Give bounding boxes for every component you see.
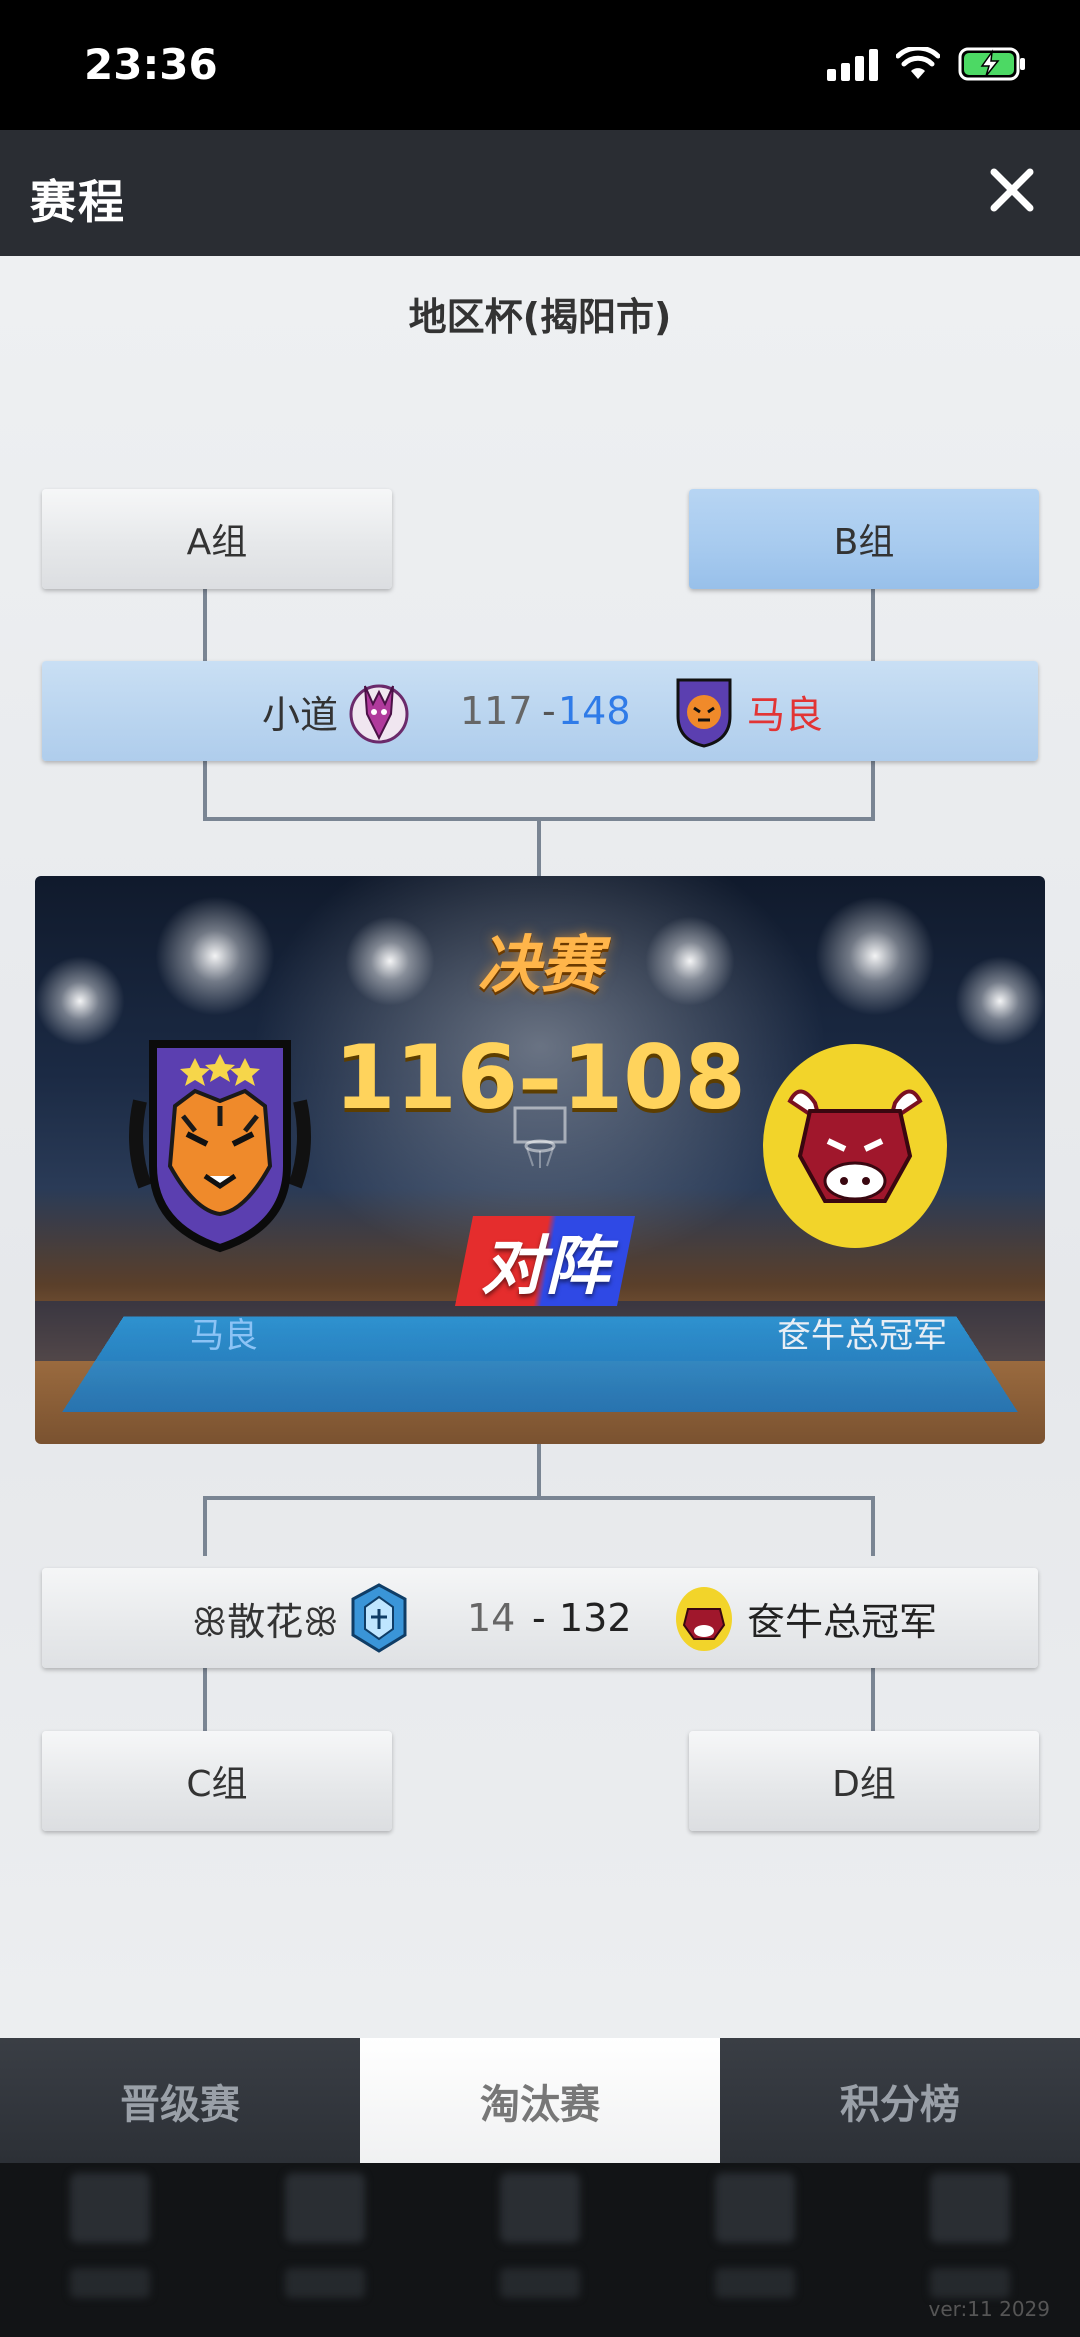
connector-line (203, 1496, 875, 1500)
team-logo-bull (674, 1568, 734, 1668)
score-right: 148 (558, 689, 631, 733)
semifinal-bottom-match[interactable]: ꕥ散花ꕥ 14 - 132 奁牛总冠军 (42, 1568, 1038, 1668)
final-label: 决赛 (477, 928, 602, 1001)
basketball-hoop-icon (513, 1106, 567, 1168)
score-right: 132 (559, 1596, 632, 1640)
background-navbar: ver:11 2029 (0, 2163, 1080, 2337)
cup-title: 地区杯(揭阳市) (408, 295, 672, 339)
connector-line (871, 761, 875, 821)
team-name: 小道 (262, 692, 339, 737)
tab-promotion[interactable]: 晋级赛 (0, 2038, 360, 2163)
header-bar: 赛程 (0, 130, 1080, 256)
team-name: 奁牛总冠军 (747, 1599, 938, 1644)
status-bar: 23:36 (0, 0, 1080, 130)
connector-line (871, 1496, 875, 1556)
tab-standings[interactable]: 积分榜 (720, 2038, 1080, 2163)
connector-line (871, 588, 875, 668)
group-c-button[interactable]: C组 (42, 1731, 392, 1831)
group-d-button[interactable]: D组 (689, 1731, 1039, 1831)
connector-line (537, 1442, 541, 1500)
connector-line (203, 1496, 207, 1556)
crystal-logo-icon (351, 1583, 407, 1653)
final-team1-name: 马良 (190, 1316, 258, 1356)
status-icons (827, 46, 1028, 82)
score-left: 117 (460, 689, 533, 733)
bull-logo-icon (763, 1044, 947, 1248)
connector-line (203, 1661, 207, 1731)
final-team2-name: 奁牛总冠军 (777, 1316, 947, 1356)
score-dash: - (542, 689, 556, 733)
tab-knockout[interactable]: 淘汰赛 (360, 2038, 720, 2163)
team-logo-maliang (672, 661, 736, 761)
vs-badge: 对阵 (455, 1216, 635, 1306)
tiger-logo-icon (129, 1040, 311, 1253)
bracket-area: 地区杯(揭阳市) A组 B组 C组 D组 小道 117 - 148 马良 决赛 … (0, 256, 1080, 2038)
score-left: 14 (467, 1596, 516, 1640)
dragon-logo-icon (349, 684, 409, 744)
semifinal-top-match[interactable]: 小道 117 - 148 马良 (42, 661, 1038, 761)
final-match-card[interactable]: 决赛 116–108 对阵 马良 奁牛总冠军 (35, 876, 1045, 1444)
battery-charging-icon (958, 47, 1025, 81)
signal-icon (827, 47, 878, 81)
wifi-icon (896, 47, 940, 79)
close-icon[interactable] (982, 160, 1042, 220)
version-label: ver:11 2029 (928, 2297, 1050, 2321)
connector-line (203, 761, 207, 821)
team-name: ꕥ散花ꕥ (192, 1599, 339, 1644)
connector-line (871, 1661, 875, 1731)
group-a-button[interactable]: A组 (42, 489, 392, 589)
connector-line (203, 588, 207, 668)
team-name: 马良 (747, 692, 824, 737)
tab-bar: 晋级赛 淘汰赛 积分榜 (0, 2038, 1080, 2163)
team-logo-xiaodao (347, 661, 411, 761)
page-title: 赛程 (30, 175, 126, 229)
tiger-logo-icon (676, 678, 732, 748)
score-dash: - (532, 1596, 546, 1640)
group-b-button[interactable]: B组 (689, 489, 1039, 589)
status-time: 23:36 (84, 40, 218, 89)
bull-logo-icon (676, 1587, 732, 1651)
connector-line (537, 817, 541, 879)
team-logo-sanhua (347, 1568, 411, 1668)
